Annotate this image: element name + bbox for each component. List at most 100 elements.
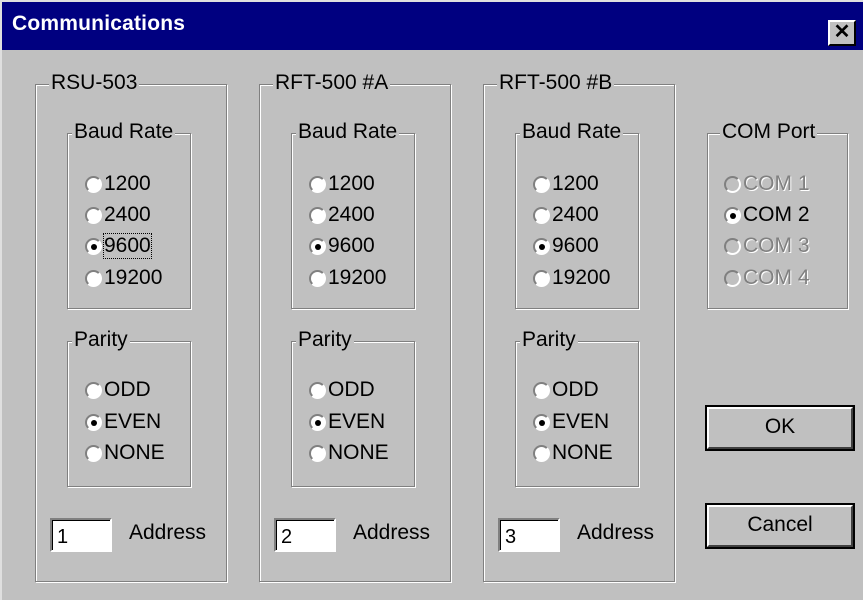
cancel-button-label: Cancel (747, 513, 813, 536)
panel-1-baud-2400[interactable]: 2400 (85, 203, 151, 227)
radio-label: COM 3 (743, 234, 810, 257)
window-title: Communications (12, 12, 186, 35)
panel-2-baud-2400[interactable]: 2400 (309, 203, 375, 227)
radio-indicator (533, 269, 550, 287)
panel-2-parity-none[interactable]: NONE (309, 441, 389, 465)
radio-indicator (533, 381, 550, 399)
radio-label: 2400 (104, 203, 151, 226)
panel-2-baud-title: Baud Rate (296, 120, 400, 143)
radio-indicator (724, 269, 741, 287)
radio-label: 19200 (328, 266, 387, 289)
panel-2-baud-1200[interactable]: 1200 (309, 172, 375, 196)
radio-indicator (309, 269, 326, 287)
radio-label: COM 2 (743, 203, 810, 226)
radio-indicator (85, 444, 102, 462)
radio-label: 1200 (552, 172, 599, 195)
panel-3-address-input[interactable]: 3 (498, 518, 560, 552)
panel-3-address-label: Address (577, 521, 655, 544)
com-port-com1: COM 1 (724, 172, 810, 196)
panel-3-baud-2400[interactable]: 2400 (533, 203, 599, 227)
radio-label: NONE (552, 441, 613, 464)
radio-indicator (85, 413, 102, 431)
radio-indicator (533, 175, 550, 193)
close-button[interactable]: ✕ (828, 20, 856, 46)
radio-indicator (309, 206, 326, 224)
radio-label: 1200 (104, 172, 151, 195)
panel-2-parity-even[interactable]: EVEN (309, 410, 385, 434)
panel-3-parity-even[interactable]: EVEN (533, 410, 609, 434)
radio-label: NONE (328, 441, 389, 464)
radio-indicator (85, 269, 102, 287)
radio-indicator (85, 381, 102, 399)
panel-3-baud-title: Baud Rate (520, 120, 624, 143)
radio-label: 19200 (552, 266, 611, 289)
panel-3-parity-none[interactable]: NONE (533, 441, 613, 465)
radio-indicator (533, 413, 550, 431)
radio-label: 1200 (328, 172, 375, 195)
radio-indicator (85, 206, 102, 224)
radio-label: EVEN (328, 410, 386, 433)
radio-indicator (533, 206, 550, 224)
panel-2-parity-odd[interactable]: ODD (309, 378, 375, 402)
radio-label: ODD (552, 378, 599, 401)
radio-label: ODD (328, 378, 375, 401)
panel-2-baud-9600[interactable]: 9600 (309, 234, 375, 258)
panel-2-address-input[interactable]: 2 (274, 518, 336, 552)
ok-button[interactable]: OK (705, 405, 855, 451)
radio-indicator (309, 444, 326, 462)
panel-1-baud-9600[interactable]: 9600 (85, 233, 152, 259)
panel-1-parity-none[interactable]: NONE (85, 441, 165, 465)
com-port-title: COM Port (720, 120, 818, 143)
radio-label: NONE (104, 441, 165, 464)
panel-3-title: RFT-500 #B (497, 71, 615, 94)
radio-indicator (85, 175, 102, 193)
communications-dialog: Communications ✕ RSU-503 Baud Rate 1200 240… (0, 0, 863, 600)
panel-1-baud-title: Baud Rate (72, 120, 176, 143)
radio-label: ODD (104, 378, 151, 401)
radio-indicator (724, 206, 741, 224)
panel-1-baud-19200[interactable]: 19200 (85, 266, 162, 290)
panel-1-address-input[interactable]: 1 (50, 518, 112, 552)
com-port-com3: COM 3 (724, 234, 810, 258)
close-icon: ✕ (833, 21, 851, 43)
radio-label: 9600 (103, 233, 152, 259)
panel-1-parity-odd[interactable]: ODD (85, 378, 151, 402)
radio-label: 9600 (328, 234, 375, 257)
radio-indicator (309, 175, 326, 193)
radio-label: EVEN (552, 410, 610, 433)
com-port-com4: COM 4 (724, 266, 810, 290)
panel-3-parity-odd[interactable]: ODD (533, 378, 599, 402)
radio-indicator (309, 381, 326, 399)
radio-indicator (533, 237, 550, 255)
radio-label: EVEN (104, 410, 162, 433)
panel-2-baud-19200[interactable]: 19200 (309, 266, 386, 290)
panel-1-parity-title: Parity (72, 328, 130, 351)
radio-indicator (85, 237, 102, 255)
panel-1-title: RSU-503 (49, 71, 140, 94)
radio-indicator (724, 237, 741, 255)
radio-label: 2400 (328, 203, 375, 226)
panel-1-baud-1200[interactable]: 1200 (85, 172, 151, 196)
radio-label: 2400 (552, 203, 599, 226)
radio-label: COM 1 (743, 172, 810, 195)
radio-label: 19200 (104, 266, 163, 289)
panel-1-parity-even[interactable]: EVEN (85, 410, 161, 434)
ok-button-label: OK (764, 415, 796, 438)
panel-3-baud-19200[interactable]: 19200 (533, 266, 610, 290)
com-port-com2[interactable]: COM 2 (724, 203, 810, 227)
panel-1-address-label: Address (129, 521, 207, 544)
panel-3-baud-1200[interactable]: 1200 (533, 172, 599, 196)
title-bar[interactable]: Communications ✕ (2, 2, 863, 50)
panel-2-title: RFT-500 #A (273, 71, 391, 94)
radio-indicator (309, 413, 326, 431)
radio-indicator (309, 237, 326, 255)
panel-3-baud-9600[interactable]: 9600 (533, 234, 599, 258)
radio-label: 9600 (552, 234, 599, 257)
radio-label: COM 4 (743, 266, 810, 289)
panel-3-parity-title: Parity (520, 328, 578, 351)
cancel-button[interactable]: Cancel (705, 503, 855, 549)
panel-2-address-label: Address (353, 521, 431, 544)
panel-2-parity-title: Parity (296, 328, 354, 351)
radio-indicator (724, 175, 741, 193)
radio-indicator (533, 444, 550, 462)
